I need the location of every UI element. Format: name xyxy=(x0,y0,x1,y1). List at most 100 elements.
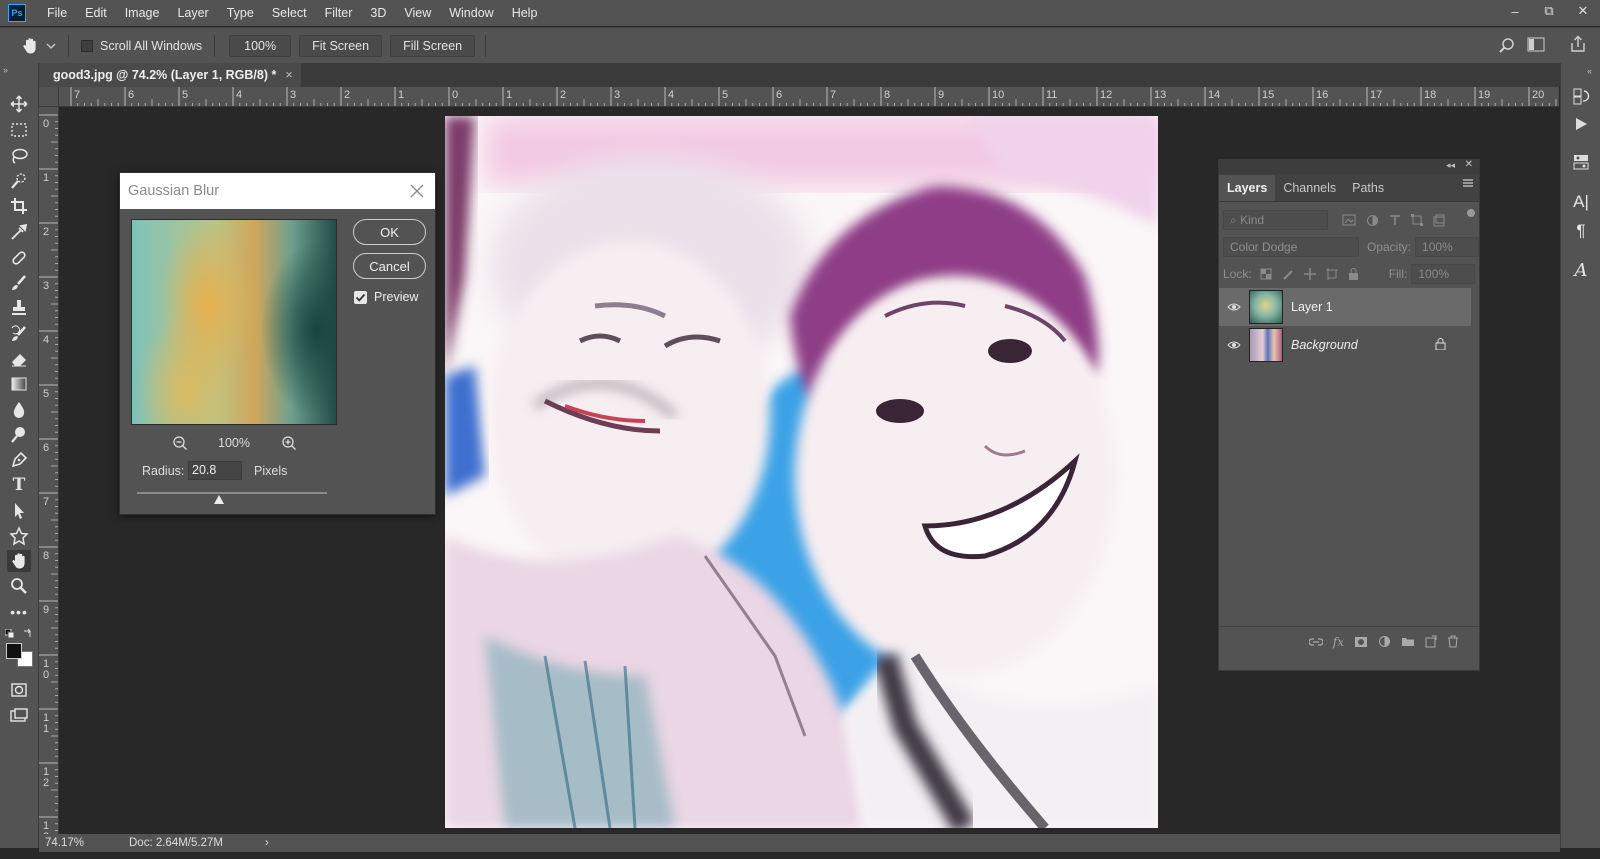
smart-object-filter-icon[interactable] xyxy=(1433,214,1445,227)
filter-toggle-icon[interactable] xyxy=(1467,209,1475,217)
lock-all-icon[interactable] xyxy=(1348,268,1359,280)
document-tab[interactable]: good3.jpg @ 74.2% (Layer 1, RGB/8) * × xyxy=(39,63,301,87)
layer-1-thumbnail[interactable] xyxy=(1249,290,1283,324)
paragraph-icon[interactable]: ¶ xyxy=(1569,220,1593,242)
layer-row-layer-1[interactable]: Layer 1 xyxy=(1219,288,1471,326)
brush-tool-icon[interactable] xyxy=(7,272,31,294)
scroll-all-windows-checkbox[interactable] xyxy=(81,39,93,52)
screen-mode-icon[interactable] xyxy=(7,705,31,727)
lock-image-icon[interactable] xyxy=(1282,268,1294,280)
preview-checkbox[interactable] xyxy=(354,291,367,304)
expand-panels-icon[interactable]: « xyxy=(1587,66,1592,76)
new-group-icon[interactable] xyxy=(1401,636,1415,647)
chevron-down-icon[interactable] xyxy=(46,42,56,50)
collapse-icon[interactable]: » xyxy=(3,65,8,75)
gradient-tool-icon[interactable] xyxy=(7,373,31,395)
move-tool-icon[interactable] xyxy=(7,93,31,115)
more-tools-icon[interactable]: ••• xyxy=(7,601,31,623)
fx-icon[interactable]: fx xyxy=(1333,635,1344,649)
add-mask-icon[interactable] xyxy=(1354,636,1368,648)
close-icon[interactable] xyxy=(407,181,427,201)
document-image[interactable] xyxy=(445,116,1158,828)
zoom-in-icon[interactable] xyxy=(281,435,297,451)
tab-paths[interactable]: Paths xyxy=(1344,175,1392,201)
eraser-tool-icon[interactable] xyxy=(7,348,31,370)
trash-icon[interactable] xyxy=(1447,635,1459,648)
pen-tool-icon[interactable] xyxy=(7,449,31,471)
zoom-level[interactable]: 74.17% xyxy=(45,837,121,849)
menu-filter[interactable]: Filter xyxy=(316,0,362,26)
link-layers-icon[interactable] xyxy=(1308,637,1323,647)
hand-tool-preset-icon[interactable] xyxy=(20,36,42,56)
foreground-color-swatch[interactable] xyxy=(6,643,22,659)
lock-transparent-icon[interactable] xyxy=(1260,268,1272,280)
fit-screen-button[interactable]: Fit Screen xyxy=(299,34,383,57)
dodge-tool-icon[interactable] xyxy=(7,424,31,446)
workspace-icon[interactable] xyxy=(1527,37,1547,53)
shape-tool-icon[interactable] xyxy=(7,525,31,547)
actions-play-icon[interactable] xyxy=(1569,113,1593,135)
menu-file[interactable]: File xyxy=(38,0,76,26)
ok-button[interactable]: OK xyxy=(353,219,426,245)
cancel-button[interactable]: Cancel xyxy=(353,253,426,279)
menu-select[interactable]: Select xyxy=(263,0,316,26)
menu-3d[interactable]: 3D xyxy=(361,0,395,26)
radius-slider-thumb[interactable] xyxy=(213,495,224,504)
tab-close-icon[interactable]: × xyxy=(285,68,292,82)
lock-position-icon[interactable] xyxy=(1303,268,1316,280)
opacity-input[interactable]: 100% xyxy=(1415,237,1480,257)
zoom-100-button[interactable]: 100% xyxy=(229,34,292,57)
fill-screen-button[interactable]: Fill Screen xyxy=(390,34,476,57)
path-selection-tool-icon[interactable] xyxy=(7,500,31,522)
glyphs-icon[interactable]: A xyxy=(1569,259,1593,281)
panel-header[interactable]: ◂◂ ✕ xyxy=(1219,159,1479,174)
crop-tool-icon[interactable] xyxy=(7,195,31,217)
dialog-title-bar[interactable]: Gaussian Blur xyxy=(120,173,435,209)
properties-icon[interactable] xyxy=(1569,151,1593,173)
menu-edit[interactable]: Edit xyxy=(76,0,116,26)
radius-slider-track[interactable] xyxy=(137,492,327,494)
eye-icon[interactable] xyxy=(1219,340,1249,350)
lasso-tool-icon[interactable] xyxy=(7,145,31,167)
shape-filter-icon[interactable] xyxy=(1411,213,1423,226)
blend-mode-select[interactable]: Color Dodge xyxy=(1223,237,1359,257)
share-icon[interactable] xyxy=(1568,34,1588,54)
hand-tool-icon[interactable] xyxy=(7,550,31,572)
blur-tool-icon[interactable] xyxy=(7,399,31,421)
healing-brush-tool-icon[interactable] xyxy=(7,247,31,269)
menu-view[interactable]: View xyxy=(395,0,440,26)
marquee-tool-icon[interactable] xyxy=(7,119,31,141)
menu-help[interactable]: Help xyxy=(503,0,547,26)
status-menu-arrow[interactable]: › xyxy=(265,837,269,849)
close-panel-icon[interactable]: ✕ xyxy=(1465,159,1473,170)
menu-type[interactable]: Type xyxy=(218,0,263,26)
new-layer-icon[interactable] xyxy=(1425,635,1437,648)
layer-name[interactable]: Layer 1 xyxy=(1291,300,1333,314)
radius-input[interactable]: 20.8 xyxy=(188,461,242,480)
lock-artboard-icon[interactable] xyxy=(1325,268,1338,280)
eye-icon[interactable] xyxy=(1219,302,1249,312)
swap-colors-icon[interactable] xyxy=(23,628,33,638)
tab-layers[interactable]: Layers xyxy=(1219,175,1276,201)
adjustment-layer-icon[interactable] xyxy=(1378,635,1391,648)
menu-layer[interactable]: Layer xyxy=(168,0,217,26)
type-tool-icon[interactable]: T xyxy=(7,474,31,496)
layer-name[interactable]: Background xyxy=(1291,338,1358,352)
panel-menu-icon[interactable] xyxy=(1462,178,1474,188)
search-icon[interactable] xyxy=(1497,36,1517,56)
zoom-tool-icon[interactable] xyxy=(7,575,31,597)
fill-input[interactable]: 100% xyxy=(1411,264,1476,284)
kind-filter-select[interactable]: ⌕ Kind xyxy=(1223,210,1328,230)
restore-button[interactable]: ⧉ xyxy=(1532,0,1566,22)
background-thumbnail[interactable] xyxy=(1249,328,1283,362)
close-window-button[interactable]: ✕ xyxy=(1566,0,1600,22)
quick-mask-icon[interactable] xyxy=(7,679,31,701)
collapse-panel-icon[interactable]: ◂◂ xyxy=(1446,160,1455,171)
default-colors-icon[interactable] xyxy=(5,629,15,639)
tab-channels[interactable]: Channels xyxy=(1275,175,1344,201)
history-brush-tool-icon[interactable] xyxy=(7,323,31,345)
layer-row-background[interactable]: Background xyxy=(1219,326,1471,364)
history-icon[interactable] xyxy=(1569,85,1593,107)
menu-window[interactable]: Window xyxy=(440,0,502,26)
type-filter-icon[interactable] xyxy=(1389,214,1401,226)
